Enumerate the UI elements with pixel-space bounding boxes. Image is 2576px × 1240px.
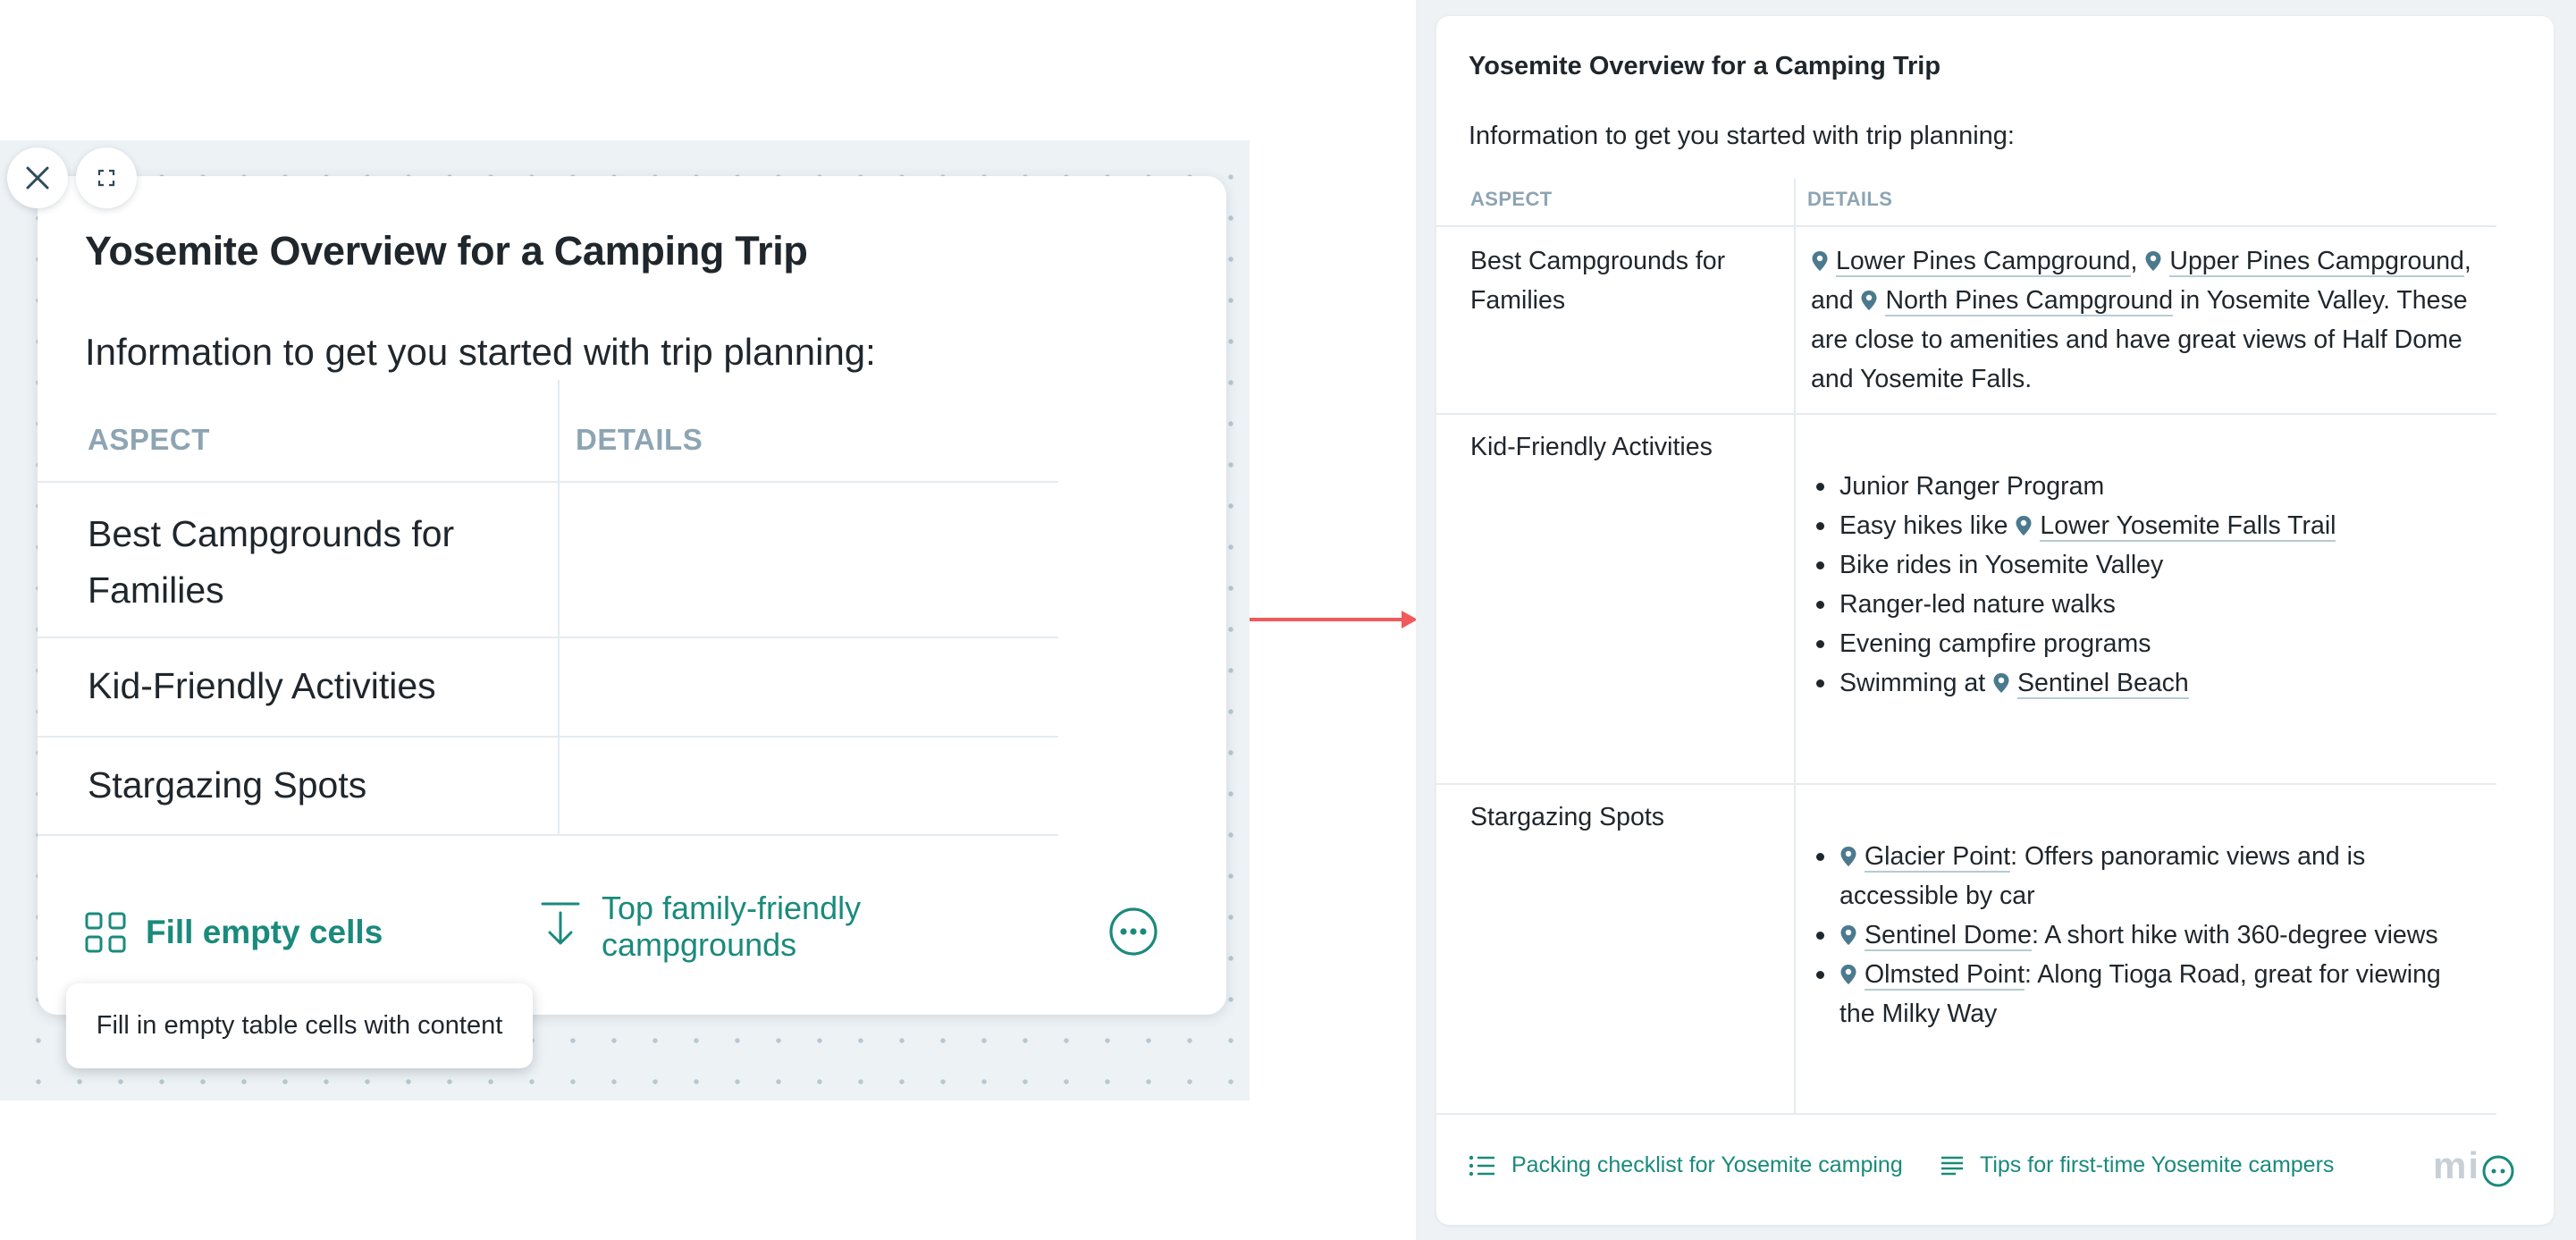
- cell-aspect-campgrounds[interactable]: Best Campgrounds for Families: [88, 506, 535, 619]
- result-aspect-campgrounds[interactable]: Best Campgrounds for Families: [1470, 241, 1774, 320]
- list-item: Sentinel Dome: A short hike with 360-deg…: [1811, 915, 2472, 955]
- expand-button[interactable]: [76, 148, 137, 208]
- assistant-bot-icon[interactable]: [2481, 1154, 2515, 1188]
- expand-icon: [97, 169, 115, 187]
- place-link[interactable]: Sentinel Beach: [2017, 669, 2189, 699]
- map-pin-icon: [1840, 965, 1856, 984]
- map-pin-icon: [1840, 925, 1856, 945]
- header-details: DETAILS: [576, 423, 703, 456]
- table-column-divider: [558, 380, 560, 836]
- result-aspect-stargazing[interactable]: Stargazing Spots: [1470, 797, 1664, 837]
- list-item: Evening campfire programs: [1811, 624, 2490, 663]
- list-item: Ranger-led nature walks: [1811, 585, 2490, 624]
- insert-below-icon: [541, 902, 580, 945]
- separator-text: ,: [2463, 247, 2471, 275]
- list-item-text: : A short hike with 360-degree views: [2031, 921, 2438, 949]
- list-item: Easy hikes like Lower Yosemite Falls Tra…: [1811, 506, 2490, 545]
- fill-empty-cells-label: Fill empty cells: [146, 914, 383, 950]
- place-link[interactable]: Lower Yosemite Falls Trail: [2040, 511, 2336, 542]
- cell-aspect-activities[interactable]: Kid-Friendly Activities: [88, 658, 436, 714]
- close-icon: [26, 166, 49, 190]
- list-item: Olmsted Point: Along Tioga Road, great f…: [1811, 955, 2472, 1033]
- map-pin-icon: [1812, 251, 1828, 271]
- list-item: Bike rides in Yosemite Valley: [1811, 545, 2490, 585]
- text-lines-icon: [1941, 1156, 1963, 1175]
- result-details-campgrounds[interactable]: Lower Pines Campground, Upper Pines Camp…: [1811, 241, 2490, 399]
- result-header-aspect: ASPECT: [1470, 188, 1553, 210]
- tips-first-time-button[interactable]: Tips for first-time Yosemite campers: [1940, 1152, 2334, 1178]
- top-family-campgrounds-button[interactable]: Top family-friendly campgrounds: [541, 890, 923, 963]
- more-icon: [1109, 907, 1158, 956]
- fill-cells-tooltip: Fill in empty table cells with content: [66, 983, 533, 1068]
- place-link[interactable]: Glacier Point: [1865, 842, 2011, 873]
- row-divider: [1436, 225, 2496, 227]
- list-item-text: Evening campfire programs: [1839, 629, 2151, 658]
- row-divider: [1436, 783, 2496, 785]
- result-details-activities[interactable]: Junior Ranger Program Easy hikes like Lo…: [1811, 467, 2490, 703]
- connector-arrow: [1250, 611, 1418, 628]
- result-title: Yosemite Overview for a Camping Trip: [1469, 52, 1941, 80]
- map-pin-icon: [1993, 673, 2009, 693]
- list-item-text: Easy hikes like: [1839, 511, 2008, 540]
- place-link[interactable]: Lower Pines Campground: [1836, 247, 2131, 277]
- result-header-details: DETAILS: [1807, 188, 1893, 210]
- top-family-campgrounds-label: Top family-friendly campgrounds: [602, 890, 862, 963]
- place-link[interactable]: Sentinel Dome: [1865, 921, 2032, 951]
- close-button[interactable]: [7, 148, 68, 208]
- map-pin-icon: [1861, 291, 1877, 310]
- result-details-stargazing[interactable]: Glacier Point: Offers panoramic views an…: [1811, 837, 2472, 1033]
- card-intro: Information to get you started with trip…: [85, 331, 876, 373]
- row-divider: [38, 481, 1058, 483]
- place-link[interactable]: Olmsted Point: [1865, 960, 2025, 991]
- more-options-button[interactable]: [1108, 907, 1158, 961]
- card-title: Yosemite Overview for a Camping Trip: [85, 228, 808, 274]
- result-intro: Information to get you started with trip…: [1469, 122, 2015, 150]
- separator-text: ,: [2130, 247, 2138, 275]
- miro-logo: mi: [2433, 1144, 2481, 1186]
- row-divider: [38, 736, 1058, 738]
- table-column-divider: [1794, 179, 1796, 1115]
- tips-first-time-label: Tips for first-time Yosemite campers: [1980, 1152, 2335, 1177]
- cell-aspect-stargazing[interactable]: Stargazing Spots: [88, 757, 366, 814]
- packing-checklist-label: Packing checklist for Yosemite camping: [1511, 1152, 1903, 1177]
- row-divider: [1436, 1113, 2496, 1115]
- packing-checklist-button[interactable]: Packing checklist for Yosemite camping: [1469, 1152, 1903, 1178]
- map-pin-icon: [2016, 516, 2032, 536]
- conjunction-text: and: [1811, 286, 1854, 315]
- row-divider: [38, 834, 1058, 836]
- list-icon: [1469, 1155, 1494, 1176]
- result-aspect-activities[interactable]: Kid-Friendly Activities: [1470, 427, 1713, 467]
- list-item: Swimming at Sentinel Beach: [1811, 663, 2490, 703]
- place-link[interactable]: North Pines Campground: [1885, 286, 2174, 316]
- list-item-text: Swimming at: [1839, 669, 1986, 697]
- place-link[interactable]: Upper Pines Campground: [2169, 247, 2464, 277]
- grid-icon: [85, 912, 126, 953]
- list-item-text: Ranger-led nature walks: [1839, 590, 2116, 619]
- map-pin-icon: [1840, 847, 1856, 866]
- list-item: Junior Ranger Program: [1811, 467, 2490, 506]
- fill-empty-cells-button[interactable]: Fill empty cells: [85, 910, 383, 955]
- row-divider: [1436, 413, 2496, 415]
- list-item-text: Junior Ranger Program: [1839, 472, 2105, 501]
- map-pin-icon: [2145, 251, 2161, 271]
- list-item: Glacier Point: Offers panoramic views an…: [1811, 837, 2472, 915]
- row-divider: [38, 637, 1058, 638]
- header-aspect: ASPECT: [88, 423, 210, 456]
- list-item-text: Bike rides in Yosemite Valley: [1839, 551, 2164, 579]
